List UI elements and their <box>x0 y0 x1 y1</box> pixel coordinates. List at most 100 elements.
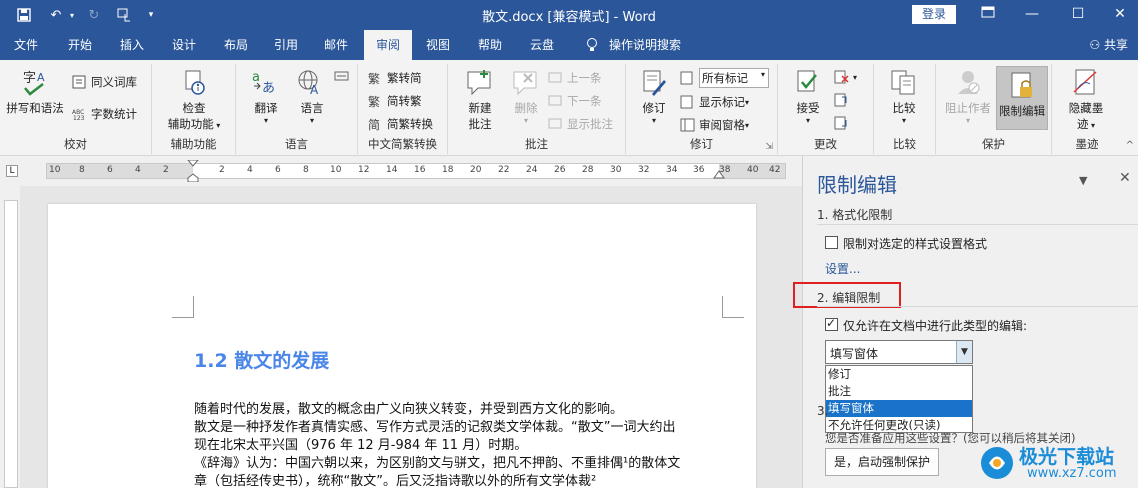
new-comment-label: 新建 <box>468 101 492 115</box>
document-heading: 1.2 散文的发展 <box>194 350 330 372</box>
next-change-icon[interactable] <box>834 116 853 130</box>
option-track-changes[interactable]: 修订 <box>826 366 972 383</box>
indent-marker-icon[interactable] <box>187 160 199 182</box>
vertical-ruler[interactable] <box>4 200 18 488</box>
pane-options-icon[interactable]: ▼ <box>1079 174 1087 187</box>
maximize-icon[interactable]: ☐ <box>1058 3 1098 25</box>
ruler-number: 12 <box>358 165 370 175</box>
chevron-down-icon: ▾ <box>1088 121 1096 130</box>
word-count-button[interactable]: ABC 123 字数统计 <box>72 106 137 122</box>
show-markup-icon <box>680 95 696 109</box>
language-button[interactable]: A 语言 ▾ <box>290 68 334 125</box>
keyboard-icon[interactable] <box>334 70 353 84</box>
accept-icon <box>792 68 824 98</box>
track-changes-button[interactable]: 修订 ▾ <box>632 68 676 125</box>
tab-home[interactable]: 开始 <box>60 30 100 60</box>
show-markup-label: 显示标记 <box>699 95 745 109</box>
editing-type-select[interactable]: 填写窗体 ▼ <box>825 340 973 364</box>
restrict-editing-label: 限制编辑 <box>999 104 1045 118</box>
ruler-number: 2 <box>219 165 225 175</box>
reject-icon[interactable]: ▾ <box>834 70 857 84</box>
format-restriction-checkbox[interactable] <box>825 236 838 249</box>
translate-button[interactable]: aあ 翻译 ▾ <box>244 68 288 125</box>
markup-dropdown[interactable]: 所有标记 ▾ <box>680 68 769 88</box>
previous-comment-button[interactable]: 上一条 <box>548 70 602 86</box>
show-markup-button[interactable]: 显示标记 ▾ <box>680 94 749 110</box>
delete-comment-button[interactable]: 删除 ▾ <box>506 68 546 125</box>
compare-label: 比较 <box>892 101 916 115</box>
simplified-to-traditional-button[interactable]: 繁 简转繁 <box>368 93 422 109</box>
tab-design[interactable]: 设计 <box>164 30 204 60</box>
s2t-label: 简转繁 <box>387 94 422 108</box>
tab-help[interactable]: 帮助 <box>470 30 510 60</box>
watermark-logo: 极光下载站 www.xz7.com <box>979 442 1135 486</box>
svg-text:字: 字 <box>23 71 36 86</box>
group-label-language: 语言 <box>285 137 308 151</box>
accept-button[interactable]: 接受 ▾ <box>786 68 830 125</box>
markup-value: 所有标记 <box>702 71 748 85</box>
track-changes-icon <box>638 68 670 98</box>
ruler-number: 8 <box>303 165 309 175</box>
dialog-launcher-icon[interactable]: ⇲ <box>765 142 773 152</box>
tab-cloud[interactable]: 云盘 <box>522 30 562 60</box>
new-comment-button[interactable]: 新建 批注 <box>454 68 506 132</box>
document-area: 1.2 散文的发展 随着时代的发展，散文的概念由广义向狭义转变，并受到西方文化的… <box>20 186 802 488</box>
accept-label: 接受 <box>796 101 820 115</box>
login-button[interactable]: 登录 <box>912 5 956 24</box>
convert-icon: 简 <box>368 117 384 132</box>
track-changes-label: 修订 <box>642 101 666 115</box>
convert-button[interactable]: 简 简繁转换 <box>368 116 433 132</box>
accessibility-icon <box>178 68 210 98</box>
restrict-editing-button[interactable]: 限制编辑 <box>996 66 1048 130</box>
ruler-number: 14 <box>386 165 398 175</box>
collapse-ribbon-icon[interactable]: ^ <box>1126 140 1134 151</box>
chevron-down-icon: ▾ <box>745 120 750 130</box>
word-count-label: 字数统计 <box>91 107 137 121</box>
check-accessibility-button[interactable]: 检查 辅助功能 ▾ <box>160 68 228 132</box>
ruler-number: 28 <box>582 165 594 175</box>
tab-references[interactable]: 引用 <box>266 30 306 60</box>
close-icon[interactable]: ✕ <box>1100 3 1138 25</box>
ruler-number: 6 <box>275 165 281 175</box>
chevron-down-icon[interactable]: ▼ <box>956 341 972 363</box>
lightbulb-icon <box>582 30 602 60</box>
tab-file[interactable]: 文件 <box>6 30 46 60</box>
s2t-icon: 繁 <box>368 94 384 109</box>
tab-selector-icon[interactable]: L <box>6 165 18 177</box>
tab-mailings[interactable]: 邮件 <box>316 30 356 60</box>
settings-link[interactable]: 设置... <box>825 260 860 277</box>
thesaurus-button[interactable]: 同义词库 <box>72 74 137 90</box>
tab-insert[interactable]: 插入 <box>112 30 152 60</box>
editing-restriction-checkbox[interactable] <box>825 316 838 331</box>
tab-view[interactable]: 视图 <box>418 30 458 60</box>
minimize-icon[interactable]: — <box>1012 3 1052 25</box>
chevron-down-icon: ▾ <box>309 116 314 125</box>
share-button[interactable]: ⚇ 共享 <box>1089 30 1128 60</box>
tab-layout[interactable]: 布局 <box>216 30 256 60</box>
reviewing-pane-button[interactable]: 审阅窗格 ▾ <box>680 117 749 133</box>
tab-review[interactable]: 审阅 <box>364 30 412 60</box>
ruler-number: 6 <box>107 165 113 175</box>
svg-text:123: 123 <box>73 115 85 121</box>
hide-ink-button[interactable]: 隐藏墨 迹 ▾ <box>1060 68 1112 132</box>
previous-change-icon[interactable] <box>834 93 853 107</box>
traditional-to-simplified-button[interactable]: 繁 繁转简 <box>368 70 422 86</box>
user-icon: ⚇ <box>1089 38 1104 52</box>
check-label: 检查 <box>182 101 206 115</box>
show-comments-button[interactable]: 显示批注 <box>548 116 613 132</box>
block-authors-button[interactable]: 阻止作者 ▾ <box>940 68 996 125</box>
pane-close-icon[interactable]: ✕ <box>1119 170 1131 186</box>
option-comments[interactable]: 批注 <box>826 383 972 400</box>
right-indent-marker-icon[interactable] <box>713 169 725 179</box>
start-enforcing-button[interactable]: 是，启动强制保护 <box>825 448 939 476</box>
svg-text:あ: あ <box>262 81 275 96</box>
tab-search[interactable]: 操作说明搜索 <box>604 30 686 60</box>
document-page[interactable]: 1.2 散文的发展 随着时代的发展，散文的概念由广义向狭义转变，并受到西方文化的… <box>48 204 756 488</box>
ribbon-display-icon[interactable] <box>968 3 1008 25</box>
next-comment-button[interactable]: 下一条 <box>548 93 602 109</box>
option-filling-forms[interactable]: 填写窗体 <box>826 400 972 417</box>
horizontal-ruler[interactable]: 10 8 6 4 2 2 4 6 8 10 12 14 16 18 20 22 … <box>46 160 786 182</box>
compare-button[interactable]: 比较 ▾ <box>882 68 926 125</box>
spelling-grammar-button[interactable]: 字A 拼写和语法 <box>4 68 66 116</box>
next-comment-label: 下一条 <box>567 94 602 108</box>
